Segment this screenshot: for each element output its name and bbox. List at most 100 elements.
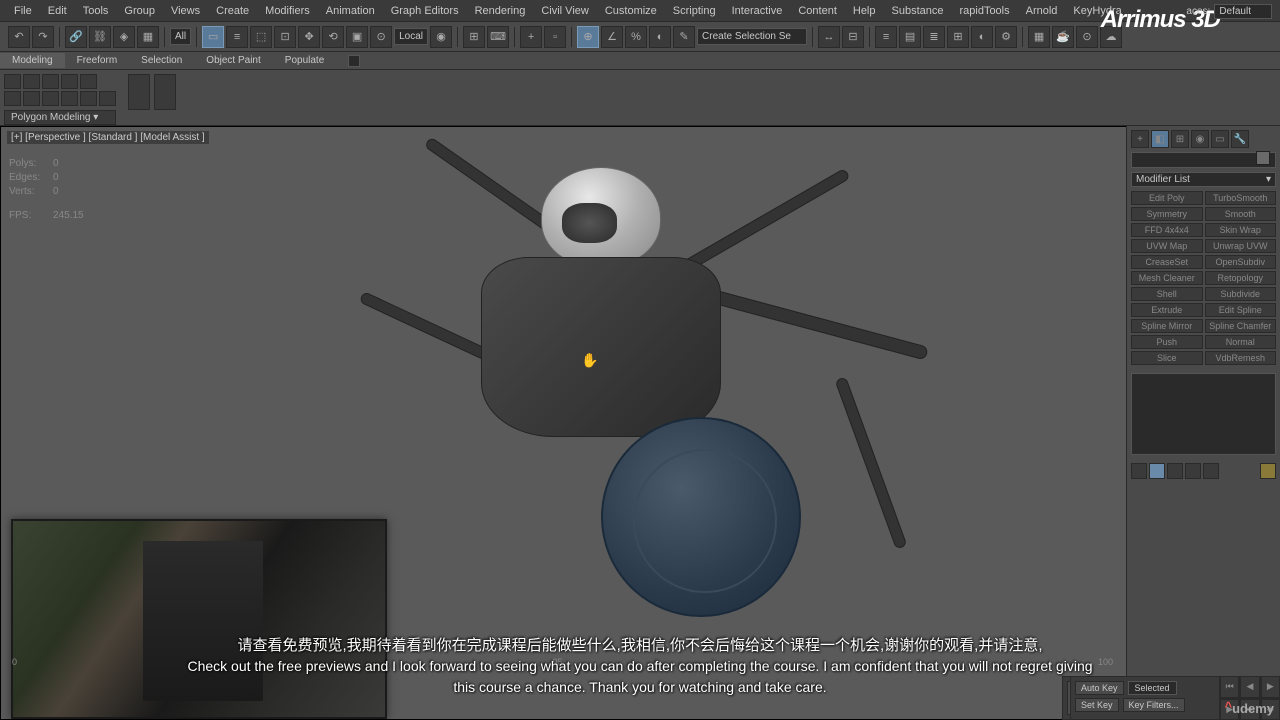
polygon-modeling-dropdown[interactable]: Polygon Modeling ▾ [4,110,116,125]
spinner-snap-button[interactable]: ◐ [649,26,671,48]
menu-arnold[interactable]: Arnold [1018,5,1066,17]
mod-unwrapuvw[interactable]: Unwrap UVW [1205,239,1277,253]
mod-subdivide[interactable]: Subdivide [1205,287,1277,301]
mod-symmetry[interactable]: Symmetry [1131,207,1203,221]
ribbon-btn-5[interactable] [80,91,97,106]
mirror-tool-button[interactable]: ↔ [818,26,840,48]
panel-motion-tab[interactable]: ◉ [1191,130,1209,148]
ribbon-btn-4[interactable] [61,91,78,106]
redo-button[interactable]: ↷ [32,26,54,48]
menu-substance[interactable]: Substance [884,5,952,17]
bind-button[interactable]: ◈ [113,26,135,48]
ref-coord-system[interactable]: Local [394,28,428,45]
modifier-list-dropdown[interactable]: Modifier List▾ [1131,172,1276,187]
tab-freeform[interactable]: Freeform [65,53,130,68]
ribbon-btn-1[interactable] [4,91,21,106]
mod-normal[interactable]: Normal [1205,335,1277,349]
schematic-button[interactable]: ▦ [137,26,159,48]
ribbon-btn-2[interactable] [23,91,40,106]
subobj-vertex[interactable] [4,74,21,89]
mod-skinwrap[interactable]: Skin Wrap [1205,223,1277,237]
viewport-label[interactable]: [+] [Perspective ] [Standard ] [Model As… [7,131,209,144]
panel-display-tab[interactable]: ▭ [1211,130,1229,148]
menu-tools[interactable]: Tools [75,5,117,17]
stack-remove-button[interactable] [1185,463,1201,479]
schematic-view-button[interactable]: ⊞ [947,26,969,48]
tab-objectpaint[interactable]: Object Paint [194,53,272,68]
goto-start-button[interactable]: ⏮ [1220,676,1239,698]
select-name-button[interactable]: ≡ [226,26,248,48]
percent-snap-button[interactable]: % [625,26,647,48]
menu-help[interactable]: Help [845,5,884,17]
mod-splinechamfer[interactable]: Spline Chamfer [1205,319,1277,333]
select-scale-button[interactable]: ▣ [346,26,368,48]
tab-modeling[interactable]: Modeling [0,53,65,68]
menu-scripting[interactable]: Scripting [665,5,724,17]
angle-snap-button[interactable]: ∠ [601,26,623,48]
viewport[interactable]: [+] [Perspective ] [Standard ] [Model As… [0,126,1126,720]
mod-vdbremesh[interactable]: VdbRemesh [1205,351,1277,365]
keyboard-button[interactable]: ⌨ [487,26,509,48]
menu-content[interactable]: Content [790,5,845,17]
ribbon-large-1[interactable] [128,74,150,110]
link-button[interactable]: 🔗 [65,26,87,48]
panel-utilities-tab[interactable]: 🔧 [1231,130,1249,148]
selection-filter[interactable]: All [170,28,191,45]
mod-smooth[interactable]: Smooth [1205,207,1277,221]
mod-meshcleaner[interactable]: Mesh Cleaner [1131,271,1203,285]
menu-grapheditors[interactable]: Graph Editors [383,5,467,17]
ribbon-btn-6[interactable] [99,91,116,106]
menu-file[interactable]: File [6,5,40,17]
undo-button[interactable]: ↶ [8,26,30,48]
mod-push[interactable]: Push [1131,335,1203,349]
window-crossing-button[interactable]: ⊡ [274,26,296,48]
tab-populate[interactable]: Populate [273,53,336,68]
toggle-layer-button[interactable]: ▤ [899,26,921,48]
play-button[interactable]: ▶ [1261,676,1280,698]
keyfilters-button[interactable]: Key Filters... [1123,698,1185,712]
select-move-button[interactable]: ✥ [298,26,320,48]
named-sel-button[interactable]: + [520,26,542,48]
menu-interactive[interactable]: Interactive [724,5,791,17]
menu-rapidtools[interactable]: rapidTools [951,5,1017,17]
menu-animation[interactable]: Animation [318,5,383,17]
snap-toggle-button[interactable]: ⊕ [577,26,599,48]
modifier-stack[interactable] [1131,373,1276,455]
object-name-field[interactable] [1131,152,1276,168]
stack-sets-button[interactable] [1260,463,1276,479]
curve-editor-button[interactable]: ≣ [923,26,945,48]
subobj-edge[interactable] [23,74,40,89]
object-color-swatch[interactable] [1256,151,1270,165]
mod-creaseset[interactable]: CreaseSet [1131,255,1203,269]
menu-create[interactable]: Create [208,5,257,17]
render-prod-button[interactable]: ☕ [1052,26,1074,48]
mod-splinemirror[interactable]: Spline Mirror [1131,319,1203,333]
select-region-rect[interactable]: ⬚ [250,26,272,48]
mod-slice[interactable]: Slice [1131,351,1203,365]
menu-civilview[interactable]: Civil View [533,5,596,17]
manipulate-button[interactable]: ⊞ [463,26,485,48]
edit-named-sel-button[interactable]: ✎ [673,26,695,48]
panel-hierarchy-tab[interactable]: ⊞ [1171,130,1189,148]
mod-ffd[interactable]: FFD 4x4x4 [1131,223,1203,237]
select-object-button[interactable]: ▭ [202,26,224,48]
stack-pin-button[interactable] [1131,463,1147,479]
unlink-button[interactable]: ⛓ [89,26,111,48]
setkey-button[interactable]: Set Key [1075,698,1119,712]
stack-unique-button[interactable] [1167,463,1183,479]
panel-create-tab[interactable]: + [1131,130,1149,148]
key-target-select[interactable]: Selected [1128,681,1177,695]
workspace-select[interactable]: Default [1214,4,1272,19]
ribbon-checkbox[interactable] [348,55,360,67]
mod-shell[interactable]: Shell [1131,287,1203,301]
subobj-poly[interactable] [61,74,78,89]
mod-opensubdiv[interactable]: OpenSubdiv [1205,255,1277,269]
subobj-border[interactable] [42,74,59,89]
menu-customize[interactable]: Customize [597,5,665,17]
pivot-button[interactable]: ◉ [430,26,452,48]
mod-extrude[interactable]: Extrude [1131,303,1203,317]
menu-edit[interactable]: Edit [40,5,75,17]
menu-rendering[interactable]: Rendering [467,5,534,17]
menu-modifiers[interactable]: Modifiers [257,5,318,17]
mod-editspline[interactable]: Edit Spline [1205,303,1277,317]
